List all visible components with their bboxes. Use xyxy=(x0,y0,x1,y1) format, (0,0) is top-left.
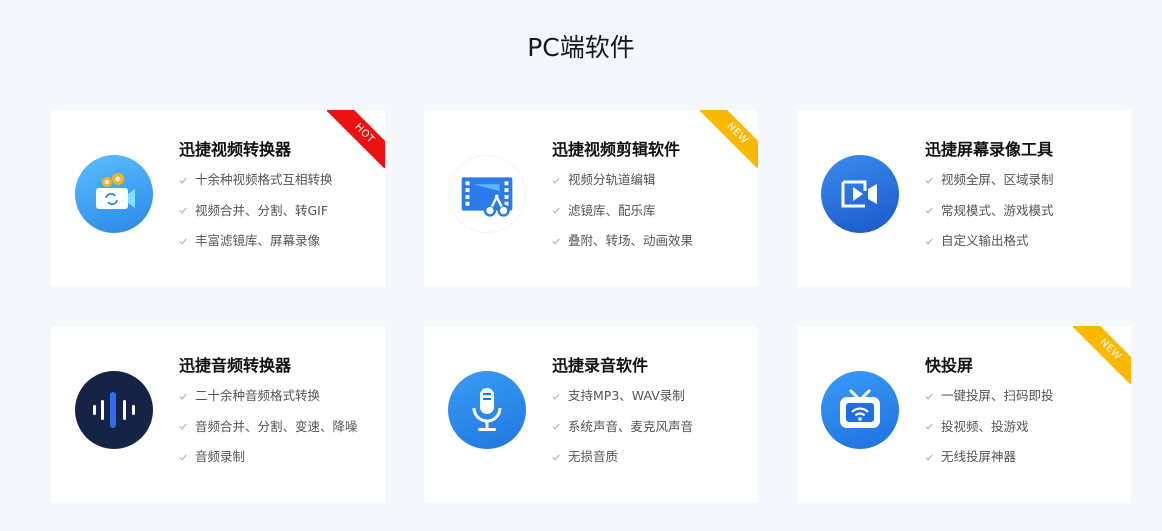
feature-item: 丰富滤镜库、屏幕录像 xyxy=(179,233,333,264)
check-icon xyxy=(552,449,568,465)
feature-list: 一键投屏、扫码即投 投视频、投游戏 无线投屏神器 xyxy=(925,388,1054,480)
video-converter-icon xyxy=(75,155,153,233)
feature-item: 一键投屏、扫码即投 xyxy=(925,388,1054,419)
card-title: 迅捷录音软件 xyxy=(552,356,649,375)
product-card-video-editor[interactable]: 迅捷视频剪辑软件 视频分轨道编辑 滤镜库、配乐库 叠附、转场、动画效果 NEW xyxy=(424,110,758,287)
check-icon xyxy=(925,233,941,249)
check-icon xyxy=(925,203,941,219)
feature-item: 支持MP3、WAV录制 xyxy=(552,388,693,419)
card-title: 迅捷屏幕录像工具 xyxy=(925,140,1054,159)
audio-converter-icon xyxy=(75,371,153,449)
product-card-video-converter[interactable]: 迅捷视频转换器 十余种视频格式互相转换 视频合并、分割、转GIF 丰富滤镜库、屏… xyxy=(51,110,385,287)
check-icon xyxy=(552,203,568,219)
video-editor-icon xyxy=(448,155,526,233)
new-badge: NEW xyxy=(700,110,758,168)
hot-badge: HOT xyxy=(327,110,385,168)
check-icon xyxy=(925,419,941,435)
feature-item: 视频合并、分割、转GIF xyxy=(179,203,333,234)
check-icon xyxy=(552,233,568,249)
screen-cast-icon xyxy=(821,371,899,449)
check-icon xyxy=(179,172,195,188)
feature-item: 滤镜库、配乐库 xyxy=(552,203,693,234)
feature-item: 无线投屏神器 xyxy=(925,449,1054,480)
feature-item: 系统声音、麦克风声音 xyxy=(552,419,693,450)
check-icon xyxy=(179,233,195,249)
feature-item: 视频分轨道编辑 xyxy=(552,172,693,203)
feature-item: 常规模式、游戏模式 xyxy=(925,203,1054,234)
feature-list: 视频分轨道编辑 滤镜库、配乐库 叠附、转场、动画效果 xyxy=(552,172,693,264)
card-title: 快投屏 xyxy=(925,356,974,375)
new-badge: NEW xyxy=(1073,326,1131,384)
feature-list: 支持MP3、WAV录制 系统声音、麦克风声音 无损音质 xyxy=(552,388,693,480)
card-title: 迅捷视频剪辑软件 xyxy=(552,140,681,159)
product-card-screen-cast[interactable]: 快投屏 一键投屏、扫码即投 投视频、投游戏 无线投屏神器 NEW xyxy=(797,326,1131,503)
feature-list: 十余种视频格式互相转换 视频合并、分割、转GIF 丰富滤镜库、屏幕录像 xyxy=(179,172,333,264)
check-icon xyxy=(552,419,568,435)
feature-item: 二十余种音频格式转换 xyxy=(179,388,358,419)
feature-item: 视频全屏、区域录制 xyxy=(925,172,1054,203)
card-title: 迅捷音频转换器 xyxy=(179,356,292,375)
feature-item: 十余种视频格式互相转换 xyxy=(179,172,333,203)
microphone-icon xyxy=(448,371,526,449)
check-icon xyxy=(552,388,568,404)
check-icon xyxy=(925,172,941,188)
check-icon xyxy=(552,172,568,188)
section-title: PC端软件 xyxy=(527,33,635,62)
check-icon xyxy=(925,449,941,465)
product-card-audio-converter[interactable]: 迅捷音频转换器 二十余种音频格式转换 音频合并、分割、变速、降噪 音频录制 xyxy=(51,326,385,503)
product-card-screen-recorder[interactable]: 迅捷屏幕录像工具 视频全屏、区域录制 常规模式、游戏模式 自定义输出格式 xyxy=(797,110,1131,287)
feature-list: 二十余种音频格式转换 音频合并、分割、变速、降噪 音频录制 xyxy=(179,388,358,480)
feature-item: 音频录制 xyxy=(179,449,358,480)
feature-item: 音频合并、分割、变速、降噪 xyxy=(179,419,358,450)
card-title: 迅捷视频转换器 xyxy=(179,140,292,159)
check-icon xyxy=(179,419,195,435)
feature-list: 视频全屏、区域录制 常规模式、游戏模式 自定义输出格式 xyxy=(925,172,1054,264)
check-icon xyxy=(179,203,195,219)
feature-item: 投视频、投游戏 xyxy=(925,419,1054,450)
product-card-audio-recorder[interactable]: 迅捷录音软件 支持MP3、WAV录制 系统声音、麦克风声音 无损音质 xyxy=(424,326,758,503)
check-icon xyxy=(179,388,195,404)
check-icon xyxy=(179,449,195,465)
pc-software-section: PC端软件 迅捷视频转换器 十余种视频格式互相转换 视频合并、分割、转GIF 丰… xyxy=(0,0,1162,531)
feature-item: 无损音质 xyxy=(552,449,693,480)
feature-item: 叠附、转场、动画效果 xyxy=(552,233,693,264)
feature-item: 自定义输出格式 xyxy=(925,233,1054,264)
screen-recorder-icon xyxy=(821,155,899,233)
check-icon xyxy=(925,388,941,404)
